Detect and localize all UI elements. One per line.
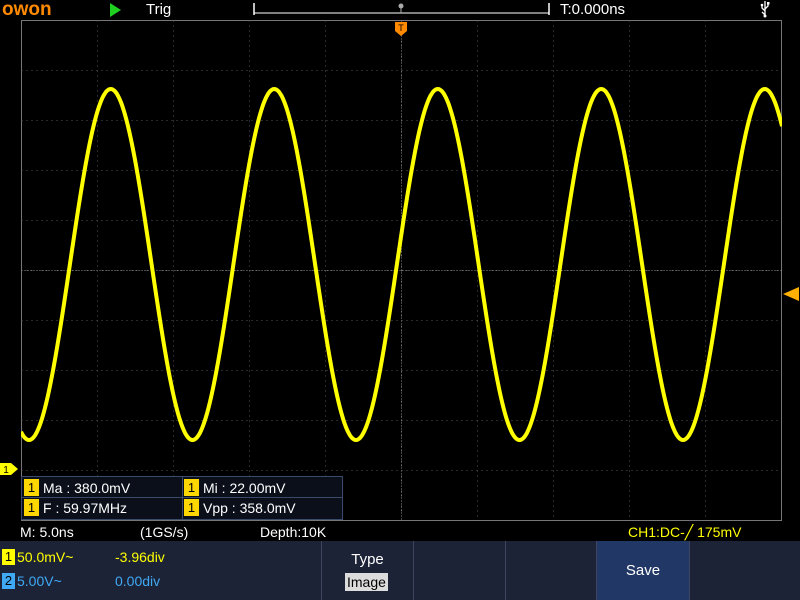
top-status-bar: owon Trig T:0.000ns <box>0 0 800 20</box>
ch1-settings[interactable]: 1 50.0mV~ -3.96div <box>0 548 322 568</box>
save-button[interactable]: Save <box>597 541 689 600</box>
waveform-display[interactable] <box>21 20 782 522</box>
time-position: T:0.000ns <box>560 1 626 18</box>
trigger-info: CH1:DC-╱ 175mV <box>628 524 742 540</box>
ch1-badge: 1 <box>24 479 39 496</box>
ch1-badge: 1 <box>184 479 199 496</box>
save-label: Save <box>625 562 661 579</box>
ch2-offset: 0.00div <box>115 573 161 589</box>
ch2-settings[interactable]: 2 5.00V~ 0.00div <box>0 572 322 592</box>
graticule-grid <box>21 20 782 521</box>
trigger-status: Trig <box>146 1 172 18</box>
memory-position-bar[interactable] <box>253 2 550 16</box>
measurement-vpp: 1 Vpp : 358.0mV <box>184 499 296 519</box>
measurement-panel: 1 Ma : 380.0mV 1 Mi : 22.00mV 1F : 59.97MH… <box>21 476 343 520</box>
svg-text:1: 1 <box>3 465 9 476</box>
ch2-scale: 5.00V~ <box>17 573 62 589</box>
ch1-badge: 1 <box>184 499 199 516</box>
type-value[interactable]: Image <box>345 573 388 591</box>
measurement-min: 1 Mi : 22.00mV <box>184 479 285 499</box>
menu-slot-empty[interactable] <box>414 541 505 600</box>
ch1-offset-marker[interactable]: 1 <box>0 462 20 476</box>
menu-slot-empty[interactable] <box>690 541 800 600</box>
graticule-and-trace <box>21 20 782 521</box>
ch1-badge: 1 <box>24 499 39 516</box>
owon-logo: owon <box>2 0 52 20</box>
memory-depth: Depth:10K <box>260 524 327 540</box>
measurement-max: 1 Ma : 380.0mV <box>24 479 130 499</box>
svg-text:T: T <box>398 23 404 33</box>
ch1-scale: 50.0mV~ <box>17 549 74 565</box>
timebase: M: 5.0ns <box>20 524 74 540</box>
menu-slot-empty[interactable] <box>506 541 597 600</box>
bottom-menu: 1 50.0mV~ -3.96div 2 5.00V~ 0.00div Type… <box>0 541 800 600</box>
trigger-position-marker[interactable]: T <box>394 21 408 37</box>
ch1-offset: -3.96div <box>115 549 165 565</box>
sample-rate: (1GS/s) <box>140 524 189 540</box>
type-title: Type <box>351 551 384 568</box>
acquisition-status-line: M: 5.0ns (1GS/s) Depth:10K CH1:DC-╱ 175m… <box>0 522 800 541</box>
ch1-number-badge: 1 <box>2 549 15 565</box>
measurement-frequency: 1F : 59.97MHz <box>24 499 127 519</box>
ch2-number-badge: 2 <box>2 573 15 589</box>
usb-icon <box>758 0 772 22</box>
type-menu-item[interactable]: Type Image <box>322 541 413 600</box>
trigger-level-marker[interactable] <box>783 287 800 301</box>
play-icon[interactable] <box>110 3 121 17</box>
